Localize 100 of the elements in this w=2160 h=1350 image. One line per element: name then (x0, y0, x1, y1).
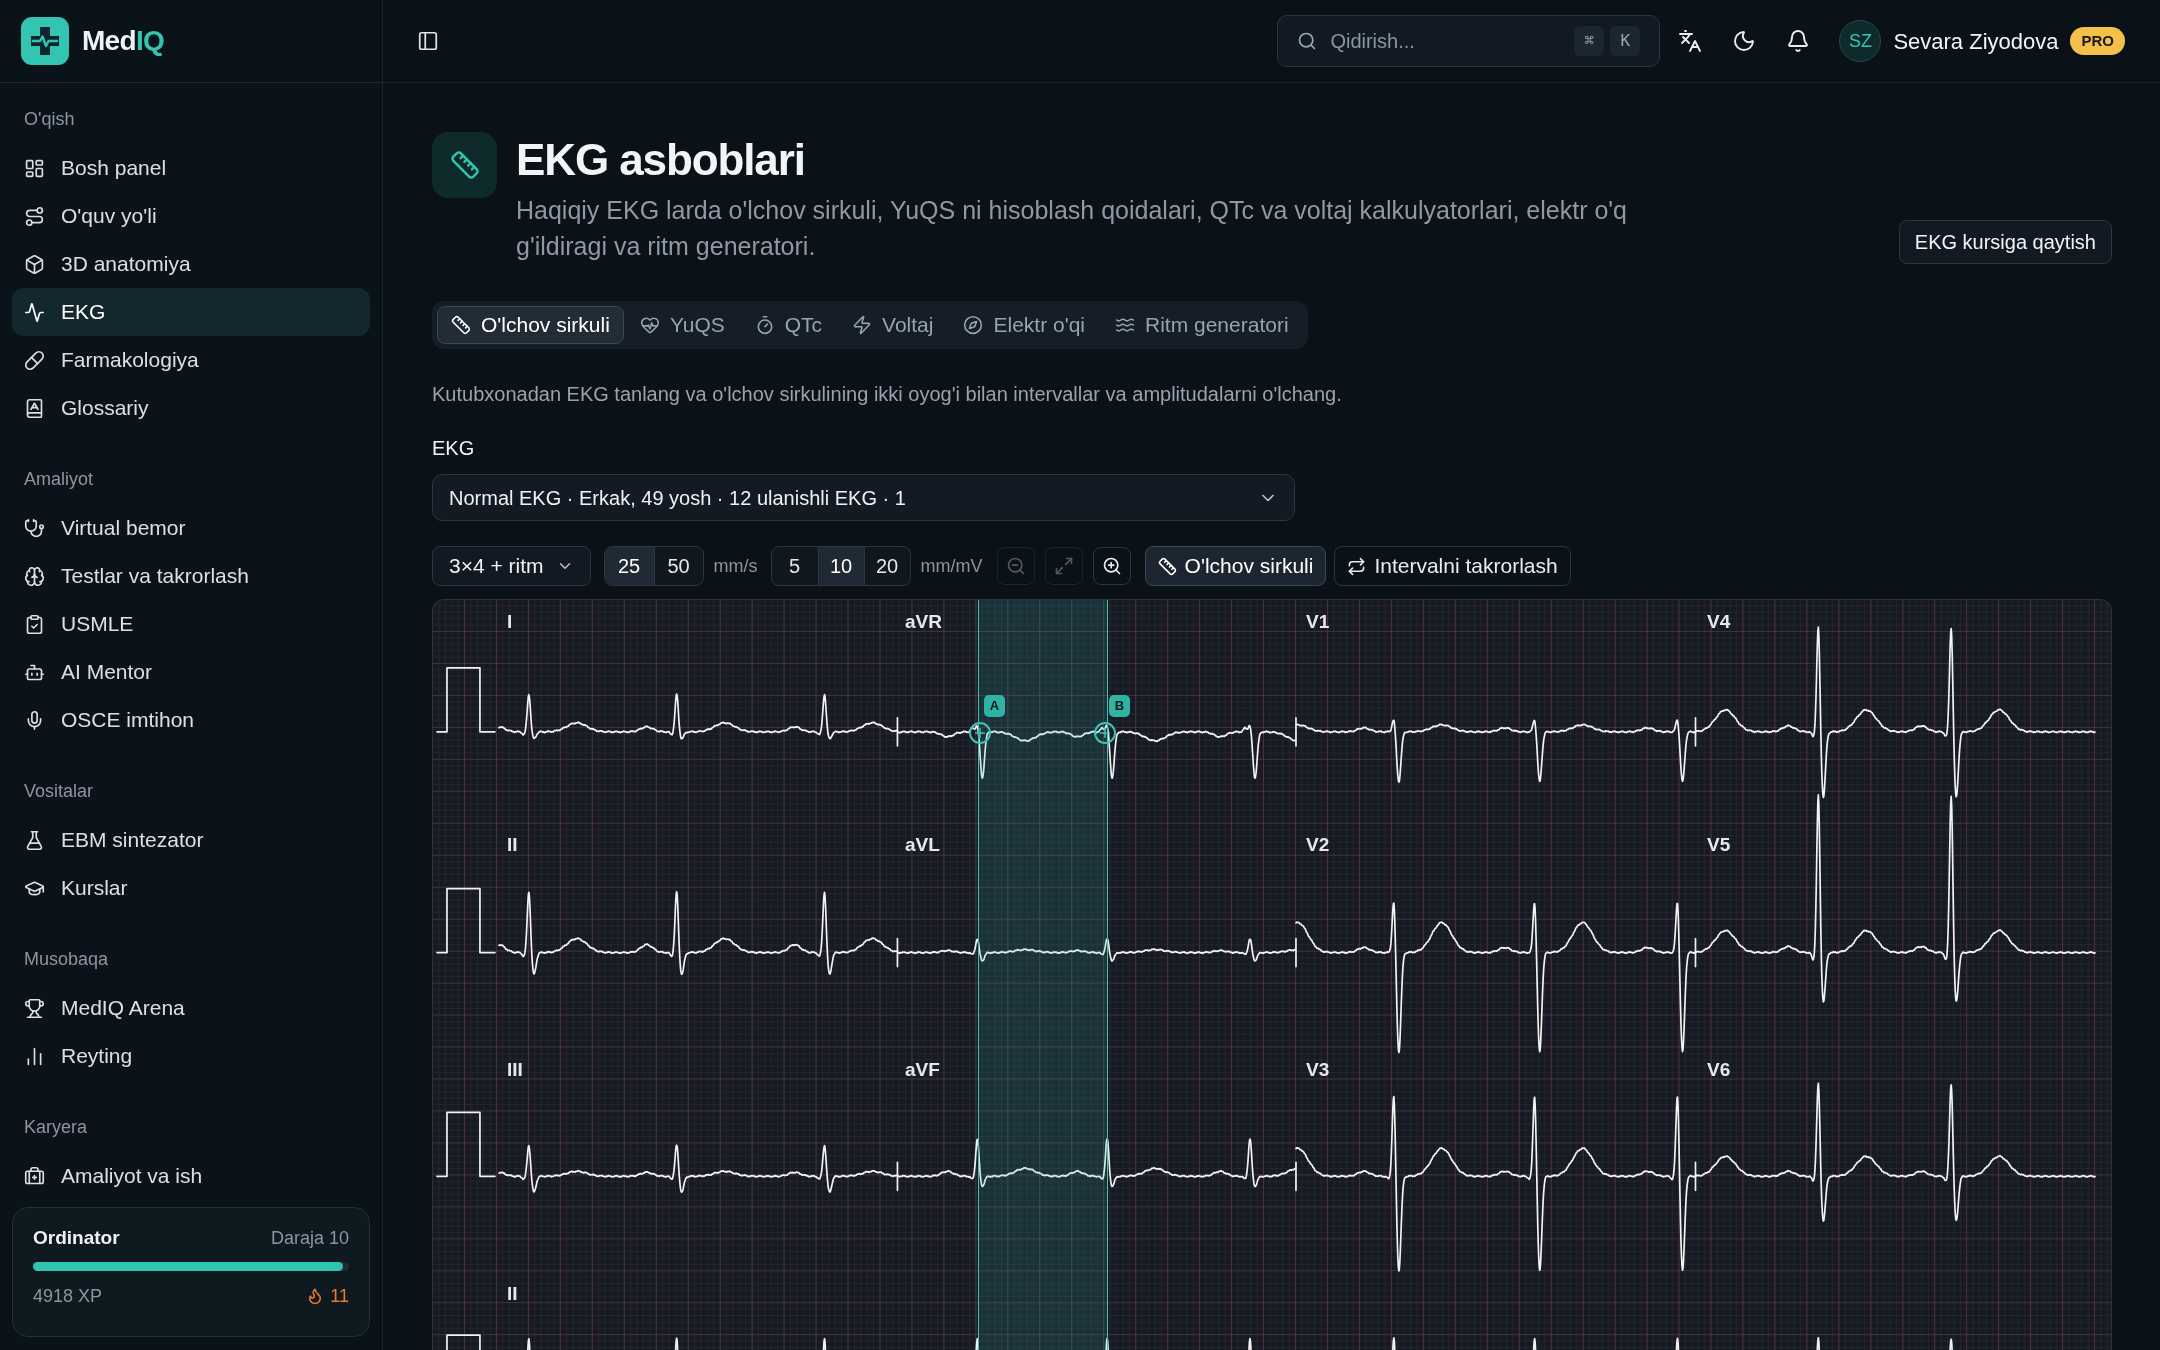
lead-label: V5 (1707, 834, 1731, 856)
shortcut-key: K (1610, 26, 1641, 56)
repeat-icon (1347, 556, 1367, 576)
nav-item[interactable]: Bosh panel (12, 144, 370, 192)
moon-icon (1732, 29, 1757, 53)
tab[interactable]: O'lchov sirkuli (437, 306, 624, 344)
section-label: Amaliyot (23, 468, 95, 491)
pulse-icon (24, 301, 45, 323)
gain-option[interactable]: 10 (817, 547, 864, 585)
book-icon (24, 397, 45, 419)
ruler-icon (432, 132, 497, 198)
expand-icon (1053, 556, 1074, 576)
cross-pulse-icon (21, 17, 69, 65)
lightning-icon (852, 315, 873, 335)
clipboard-check-icon (24, 613, 45, 635)
translate-icon (1678, 29, 1703, 53)
page-description: Haqiqiy EKG larda o'lchov sirkuli, YuQS ni hisoblash qoidalari, QTc va voltaj kalkulyatorlari, elektr o'q g'ildiragi va ritm generatori. (516, 195, 1628, 262)
nav-item[interactable]: EBM sintezator (12, 816, 370, 864)
lead-label: V6 (1707, 1059, 1731, 1081)
lead-label: aVL (905, 834, 940, 856)
unit-label: mm/s (713, 554, 758, 578)
lead-label: I (507, 611, 513, 633)
gain-option[interactable]: 5 (771, 547, 818, 585)
zoom-in-icon (1101, 556, 1122, 576)
logo-text: MedIQ (82, 24, 165, 58)
nav-item[interactable]: Amaliyot va ish (12, 1152, 370, 1200)
section-label: Karyera (23, 1116, 89, 1139)
caliper-point-icon[interactable] (968, 721, 992, 745)
nav-item[interactable]: O'quv yo'li (12, 192, 370, 240)
nav-item[interactable]: MedIQ Arena (12, 984, 370, 1032)
compass-icon (963, 315, 984, 335)
shortcut-key: ⌘ (1574, 26, 1605, 56)
tool-button[interactable]: Intervalni takrorlash (1334, 546, 1571, 586)
nav-item[interactable]: Farmakologiya (12, 336, 370, 384)
speed-option[interactable]: 25 (604, 547, 654, 585)
lead-label: V2 (1306, 834, 1330, 856)
dashboard-icon (24, 157, 45, 179)
lead-label: II (507, 834, 518, 856)
field-label: EKG (432, 436, 475, 461)
search-icon (1297, 31, 1318, 51)
instruction-text: Kutubxonadan EKG tanlang va o'lchov sirkulining ikki oyog'i bilan intervallar va amplitudalarni o'lchang. (432, 382, 1343, 407)
nav-item[interactable]: 3D anatomiya (12, 240, 370, 288)
nav-item[interactable]: USMLE (12, 600, 370, 648)
section-label: O'qish (23, 108, 76, 131)
caliper-band[interactable] (978, 600, 1108, 1350)
lead-label: V1 (1306, 611, 1330, 633)
speed-option[interactable]: 50 (653, 547, 703, 585)
gain-option[interactable]: 20 (863, 547, 910, 585)
nav-item[interactable]: Glossariy (12, 384, 370, 432)
lead-label: V4 (1707, 611, 1731, 633)
zoom-out-icon (1005, 556, 1026, 576)
ecg-select[interactable]: Normal EKG · Erkak, 49 yosh · 12 ulanishli EKG · 1 (432, 474, 1295, 521)
zoom-in-button[interactable] (1092, 547, 1131, 585)
pill-icon (24, 349, 45, 371)
section-label: Vositalar (23, 780, 95, 803)
tab[interactable]: QTc (740, 306, 837, 344)
flask-icon (24, 829, 45, 851)
unit-label: mm/mV (920, 554, 983, 578)
lead-label: aVF (905, 1059, 940, 1081)
page-title: EKG asboblari (516, 134, 806, 186)
ruler-icon (451, 315, 471, 335)
tab[interactable]: Ritm generatori (1101, 306, 1303, 344)
stethoscope-icon (24, 517, 45, 539)
user-name: Sevara Ziyodova (1893, 27, 2059, 56)
brain-icon (24, 565, 45, 587)
nav-item[interactable]: Testlar va takrorlash (12, 552, 370, 600)
caliper-point-icon[interactable] (1093, 721, 1117, 745)
route-icon (24, 205, 45, 227)
trophy-icon (24, 997, 45, 1019)
caliper-tag: B (1109, 695, 1130, 717)
lead-label: aVR (905, 611, 942, 633)
tab[interactable]: Elektr o'qi (949, 306, 1099, 344)
waves-icon (1115, 315, 1135, 335)
back-button[interactable]: EKG kursiga qaytish (1898, 220, 2112, 264)
nav-item[interactable]: Virtual bemor (12, 504, 370, 552)
nav-item[interactable]: EKG (12, 288, 370, 336)
nav-item[interactable]: OSCE imtihon (12, 696, 370, 744)
layout-select[interactable]: 3×4 + ritm (432, 546, 591, 586)
caliper-tag: A (984, 695, 1005, 717)
nav-item[interactable]: AI Mentor (12, 648, 370, 696)
xp-text: 4918 XP (33, 1285, 103, 1308)
lead-label: II (507, 1283, 518, 1305)
rank-title: Ordinator (33, 1226, 120, 1250)
medical-briefcase-icon (24, 1165, 45, 1187)
ruler-icon (1157, 556, 1177, 576)
user-avatar[interactable]: SZ (1839, 20, 1882, 62)
lead-label: III (507, 1059, 523, 1081)
sidebar-panel-icon (417, 30, 439, 52)
bell-icon (1786, 29, 1811, 53)
section-label: Musobaqa (23, 948, 110, 971)
tab[interactable]: Voltaj (838, 306, 948, 344)
heart-pulse-icon (639, 315, 660, 335)
cube-icon (24, 253, 45, 275)
tab[interactable]: YuQS (625, 306, 739, 344)
lead-label: V3 (1306, 1059, 1330, 1081)
nav-item[interactable]: Reyting (12, 1032, 370, 1080)
pro-badge: PRO (2070, 27, 2125, 55)
nav-item[interactable]: Kurslar (12, 864, 370, 912)
tool-button[interactable]: O'lchov sirkuli (1144, 546, 1327, 586)
streak-count: 11 (330, 1285, 349, 1308)
